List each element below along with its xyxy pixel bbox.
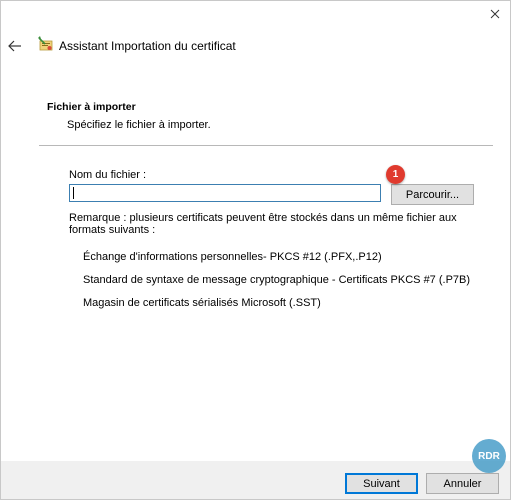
step-annotation-badge: 1 (386, 165, 405, 184)
formats-note: Remarque : plusieurs certificats peuvent… (69, 212, 457, 236)
file-name-input[interactable] (69, 184, 381, 202)
format-pfx: Échange d'informations personnelles- PKC… (83, 251, 382, 263)
next-button[interactable]: Suivant (345, 473, 418, 494)
file-name-label: Nom du fichier : (69, 169, 147, 181)
browse-button[interactable]: Parcourir... (391, 184, 474, 205)
divider (39, 145, 493, 146)
certificate-import-wizard-window: Assistant Importation du certificat Fich… (0, 0, 511, 500)
format-sst: Magasin de certificats sérialisés Micros… (83, 297, 321, 309)
rdr-watermark-logo: RDR (472, 439, 506, 473)
certificate-wizard-icon (37, 35, 55, 53)
format-p7b: Standard de syntaxe de message cryptogra… (83, 274, 471, 286)
window-title: Assistant Importation du certificat (59, 39, 236, 53)
text-caret (73, 187, 74, 199)
close-icon[interactable] (488, 7, 502, 21)
section-title: Fichier à importer (47, 101, 136, 113)
back-arrow-icon[interactable] (7, 39, 23, 53)
section-subtitle: Spécifiez le fichier à importer. (67, 119, 211, 131)
cancel-button[interactable]: Annuler (426, 473, 499, 494)
